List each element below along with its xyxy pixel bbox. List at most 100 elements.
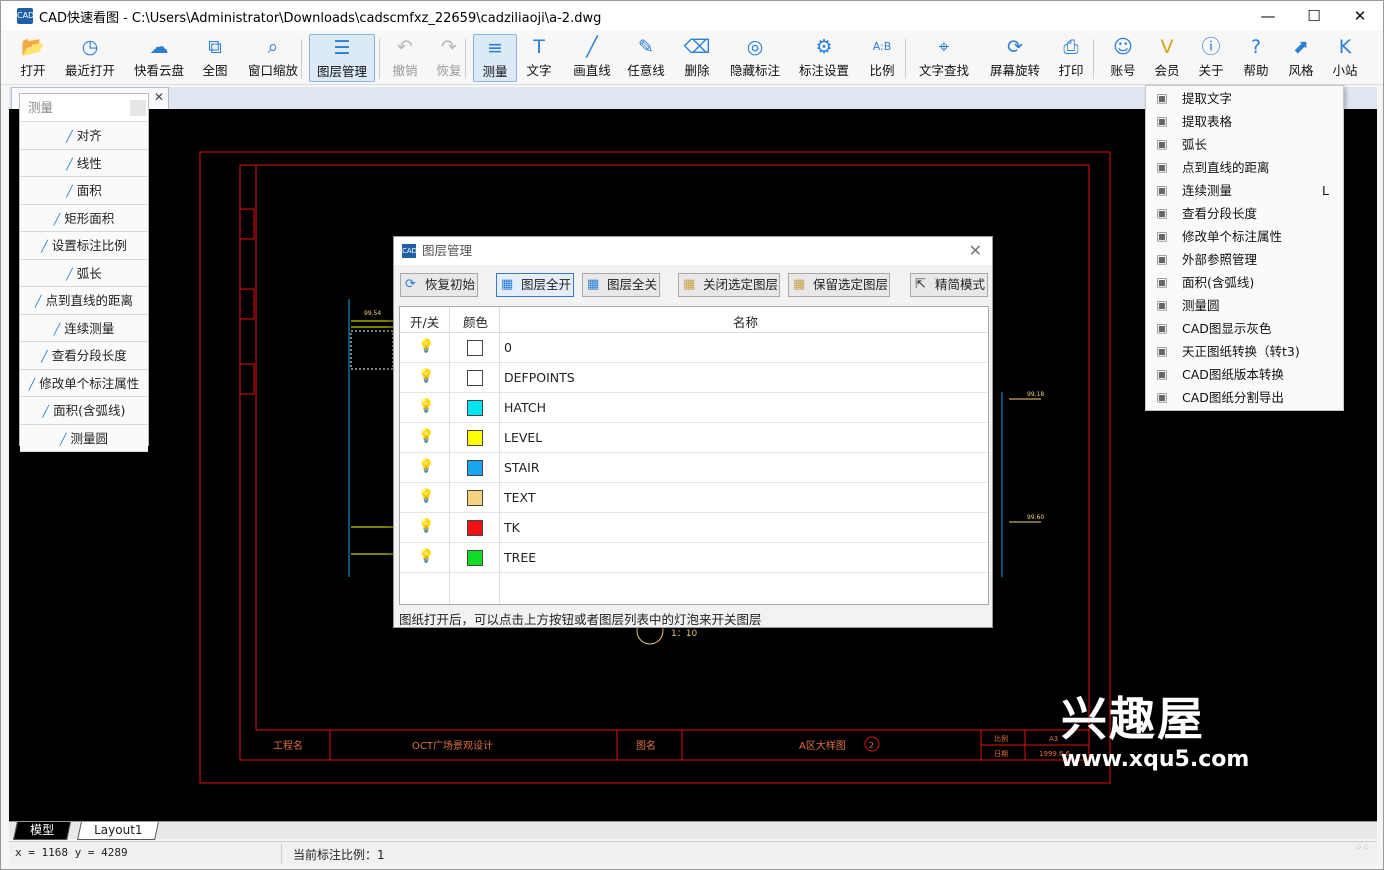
toolbar-button-user[interactable]: ☺ 账号 — [1101, 34, 1145, 82]
measure-item[interactable]: ╱ 对齐 — [20, 122, 148, 150]
close-tab-icon[interactable]: ✕ — [154, 90, 164, 104]
toolbar-button-fit-all[interactable]: ⧉ 全图 — [193, 34, 237, 82]
toolbar-button-undo[interactable]: ↶ 撤销 — [385, 34, 425, 82]
toolbar-button-annotation-settings[interactable]: ⚙ 标注设置 — [791, 34, 857, 82]
menu-item[interactable]: ▣ 查看分段长度 — [1146, 202, 1343, 225]
reset-layers-button[interactable]: ⟳ 恢复初始 — [400, 273, 478, 297]
side-stamp-3 — [239, 363, 255, 395]
layer-row[interactable]: 💡 STAIR — [400, 453, 988, 483]
toolbar-button-text-t[interactable]: T 文字 — [517, 34, 561, 82]
menu-item[interactable]: ▣ CAD图纸分割导出 — [1146, 386, 1343, 409]
dialog-close-icon[interactable]: ✕ — [969, 237, 982, 265]
toolbar-button-cloud[interactable]: ☁ 快看云盘 — [127, 34, 191, 82]
layer-row[interactable]: 💡 TEXT — [400, 483, 988, 513]
toolbar-button-style[interactable]: ⬈ 风格 — [1279, 34, 1323, 82]
measure-panel-header[interactable]: 测量 — [20, 94, 148, 122]
toolbar-button-layers[interactable]: ☰ 图层管理 — [309, 34, 375, 82]
layer-color-swatch[interactable] — [467, 550, 483, 566]
measure-tool-icon: ╱ — [66, 130, 73, 143]
maximize-button[interactable]: ☐ — [1291, 1, 1337, 31]
bulb-icon[interactable]: 💡 — [418, 339, 434, 354]
menu-item[interactable]: ▣ CAD图纸版本转换 — [1146, 363, 1343, 386]
tab-layout1[interactable]: Layout1 — [77, 822, 160, 840]
layer-row[interactable]: 💡 0 — [400, 333, 988, 363]
measure-item[interactable]: ╱ 连续测量 — [20, 314, 148, 342]
measure-item[interactable]: ╱ 查看分段长度 — [20, 342, 148, 370]
menu-item[interactable]: ▣ 测量圆 — [1146, 294, 1343, 317]
layer-color-swatch[interactable] — [467, 400, 483, 416]
bulb-icon[interactable]: 💡 — [418, 489, 434, 504]
dialog-title-bar[interactable]: CAD 图层管理 ✕ — [394, 237, 992, 265]
toolbar-button-eye-hidden[interactable]: ◎ 隐藏标注 — [723, 34, 787, 82]
toolbar-button-printer[interactable]: ⎙ 打印 — [1049, 34, 1093, 82]
all-layers-off-button[interactable]: ▦ 图层全关 — [582, 273, 660, 297]
menu-item[interactable]: ▣ 面积(含弧线) — [1146, 271, 1343, 294]
menu-item[interactable]: ▣ 提取文字 — [1146, 87, 1343, 110]
layer-color-swatch[interactable] — [467, 430, 483, 446]
toolbar-button-eraser[interactable]: ⌫ 删除 — [673, 34, 721, 82]
toolbar-button-help[interactable]: ? 帮助 — [1233, 34, 1279, 82]
measure-item[interactable]: ╱ 点到直线的距离 — [20, 287, 148, 315]
layer-color-swatch[interactable] — [467, 370, 483, 386]
bulb-icon[interactable]: 💡 — [418, 549, 434, 564]
layer-row[interactable]: 💡 DEFPOINTS — [400, 363, 988, 393]
menu-item[interactable]: ▣ 天正图纸转换（转t3) — [1146, 340, 1343, 363]
measure-item[interactable]: ╱ 修改单个标注属性 — [20, 369, 148, 397]
measure-item[interactable]: ╱ 测量圆 — [20, 424, 148, 452]
layers-off-icon: ▦ — [587, 277, 600, 292]
measure-panel: 测量 ╱ 对齐 ╱ 线性 ╱ 面积 ╱ 矩形面积 ╱ 设置标注比例 ╱ 弧长 ╱ 点到直线的距离 ╱ 连续测量… — [19, 93, 149, 452]
menu-item[interactable]: ▣ 修改单个标注属性 — [1146, 225, 1343, 248]
menu-item-label: 天正图纸转换（转t3) — [1182, 344, 1300, 359]
toolbar-button-info[interactable]: ⓘ 关于 — [1189, 34, 1233, 82]
measure-item[interactable]: ╱ 面积(含弧线) — [20, 397, 148, 425]
measure-item[interactable]: ╱ 面积 — [20, 177, 148, 205]
measure-item[interactable]: ╱ 弧长 — [20, 259, 148, 287]
detail-scale: 1：10 — [671, 629, 697, 639]
layer-color-swatch[interactable] — [467, 520, 483, 536]
bulb-icon[interactable]: 💡 — [418, 399, 434, 414]
resize-grip-icon[interactable]: ⁘⁘ — [1355, 843, 1370, 855]
menu-item-label: CAD图纸版本转换 — [1182, 367, 1284, 382]
toolbar-button-site[interactable]: K 小站 — [1323, 34, 1367, 82]
layer-color-swatch[interactable] — [467, 340, 483, 356]
bulb-icon[interactable]: 💡 — [418, 369, 434, 384]
measure-item[interactable]: ╱ 设置标注比例 — [20, 232, 148, 260]
toolbar-button-ruler[interactable]: ≡ 测量 — [473, 34, 517, 82]
layer-row[interactable]: 💡 HATCH — [400, 393, 988, 423]
bulb-icon[interactable]: 💡 — [418, 429, 434, 444]
bulb-icon[interactable]: 💡 — [418, 519, 434, 534]
layer-row[interactable]: 💡 TREE — [400, 543, 988, 573]
toolbar-button-vip[interactable]: V 会员 — [1145, 34, 1189, 82]
clock-icon: ◷ — [81, 36, 99, 58]
toolbar-button-scale[interactable]: A:B 比例 — [857, 34, 907, 82]
layer-color-swatch[interactable] — [467, 460, 483, 476]
measure-panel-close-icon[interactable] — [130, 100, 146, 116]
simple-mode-button[interactable]: ⇱ 精简模式 — [910, 273, 988, 297]
line-icon: ╱ — [586, 36, 598, 58]
toolbar-button-line[interactable]: ╱ 画直线 — [563, 34, 621, 82]
toolbar-button-clock[interactable]: ◷ 最近打开 — [59, 34, 121, 82]
measure-item[interactable]: ╱ 线性 — [20, 149, 148, 177]
menu-item[interactable]: ▣ CAD图显示灰色 — [1146, 317, 1343, 340]
menu-item[interactable]: ▣ 连续测量 L — [1146, 179, 1343, 202]
close-selected-layers-button[interactable]: ▦ 关闭选定图层 — [678, 273, 780, 297]
toolbar-button-rotate-screen[interactable]: ⟳ 屏幕旋转 — [983, 34, 1047, 82]
layer-color-swatch[interactable] — [467, 490, 483, 506]
minimize-button[interactable]: — — [1245, 1, 1291, 31]
close-button[interactable]: ✕ — [1337, 1, 1383, 31]
toolbar-button-folder-open[interactable]: 📂 打开 — [11, 34, 55, 82]
measure-item[interactable]: ╱ 矩形面积 — [20, 204, 148, 232]
menu-item[interactable]: ▣ 点到直线的距离 — [1146, 156, 1343, 179]
toolbar-button-text-search[interactable]: ⌖ 文字查找 — [911, 34, 977, 82]
menu-item[interactable]: ▣ 外部参照管理 — [1146, 248, 1343, 271]
keep-selected-layers-button[interactable]: ▦ 保留选定图层 — [788, 273, 890, 297]
tab-model[interactable]: 模型 — [13, 822, 71, 840]
menu-item[interactable]: ▣ 提取表格 — [1146, 110, 1343, 133]
all-layers-on-button[interactable]: ▦ 图层全开 — [496, 273, 574, 297]
toolbar-button-pen[interactable]: ✎ 任意线 — [621, 34, 671, 82]
menu-item[interactable]: ▣ 弧长 — [1146, 133, 1343, 156]
layer-row[interactable]: 💡 TK — [400, 513, 988, 543]
toolbar-button-zoom-window[interactable]: ⌕ 窗口缩放 — [241, 34, 305, 82]
bulb-icon[interactable]: 💡 — [418, 459, 434, 474]
layer-row[interactable]: 💡 LEVEL — [400, 423, 988, 453]
